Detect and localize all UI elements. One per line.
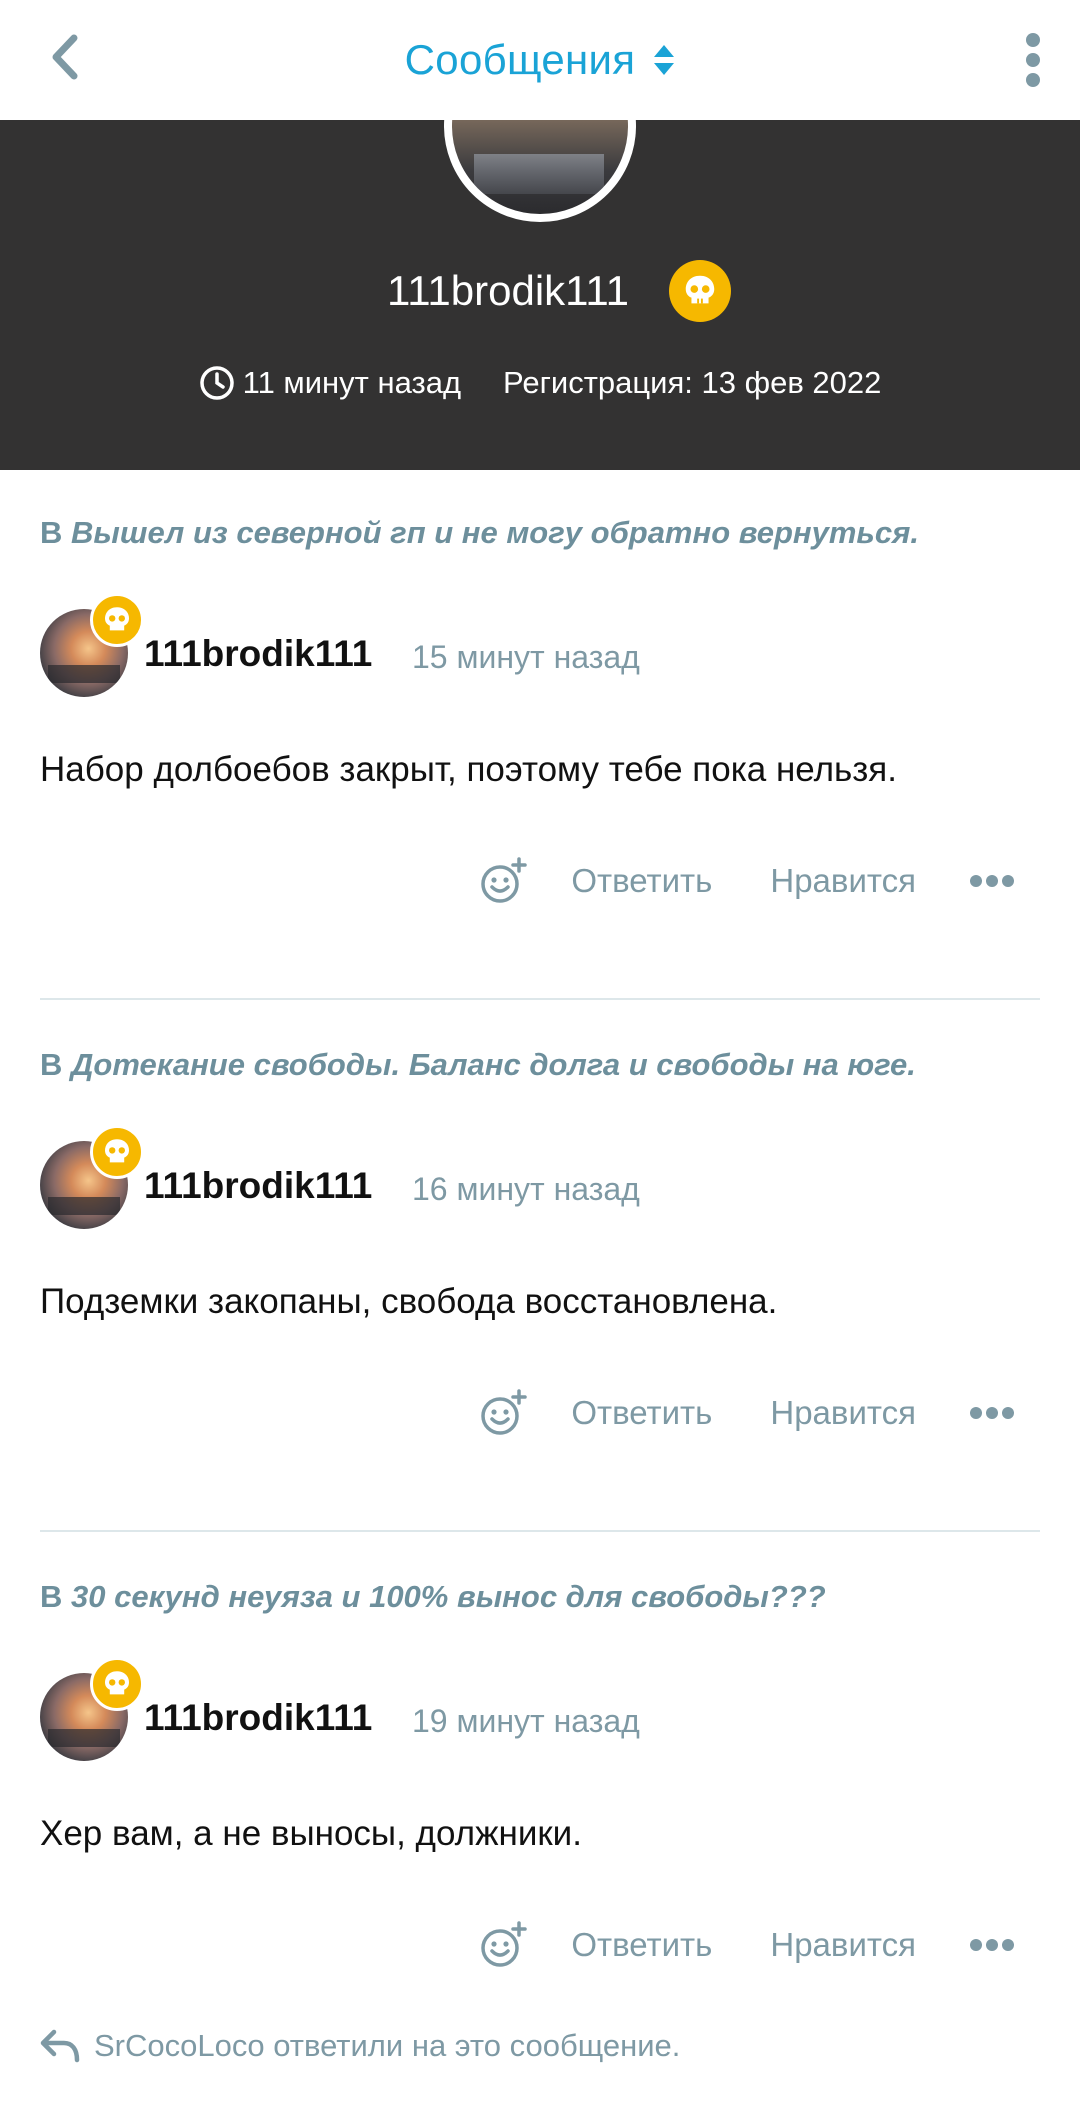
reply-arrow-icon <box>40 2029 80 2063</box>
like-button[interactable]: Нравится <box>770 1394 916 1432</box>
profile-name-row: 111brodik111 <box>0 260 1080 322</box>
post-more-button[interactable] <box>964 861 1020 901</box>
post-time: 19 минут назад <box>412 1703 640 1739</box>
profile-username: 111brodik111 <box>386 267 630 314</box>
post-topic[interactable]: В Дотекание свободы. Баланс долга и своб… <box>40 1047 1040 1083</box>
author-name[interactable]: 111brodik111 <box>144 1165 372 1207</box>
post-text: Набор долбоебов закрыт, поэтому тебе пок… <box>40 750 897 789</box>
reply-button[interactable]: Ответить <box>571 1926 712 1964</box>
post-more-button[interactable] <box>964 1925 1020 1965</box>
post-text: Хер вам, а не выносы, должники. <box>40 1814 582 1853</box>
topic-prefix: В <box>40 515 63 550</box>
post-time: 15 минут назад <box>412 639 640 675</box>
post-actions: Ответить Нравится <box>475 1915 1040 1975</box>
topic-prefix: В <box>40 1047 63 1082</box>
post-item: В Дотекание свободы. Баланс долга и своб… <box>40 1047 1040 1435</box>
profile-meta: 11 минут назад Регистрация: 13 фев 2022 <box>0 365 1080 401</box>
add-reaction-button[interactable] <box>475 853 531 909</box>
topic-link[interactable]: Вышел из северной гп и не могу обратно в… <box>71 515 919 550</box>
page-title: Сообщения <box>404 36 636 83</box>
profile-avatar[interactable] <box>444 120 636 222</box>
post-item: В Вышел из северной гп и не могу обратно… <box>40 515 1040 903</box>
skull-badge <box>669 260 732 322</box>
horizontal-dots-icon <box>970 875 1014 887</box>
horizontal-dots-icon <box>970 1407 1014 1419</box>
reply-button[interactable]: Ответить <box>571 862 712 900</box>
more-options-button[interactable] <box>998 22 1068 98</box>
skull-icon <box>105 607 129 631</box>
skull-icon <box>685 275 715 304</box>
topic-prefix: В <box>40 1579 63 1614</box>
skull-badge <box>90 1657 144 1711</box>
skull-badge <box>90 1125 144 1179</box>
add-reaction-button[interactable] <box>475 1385 531 1441</box>
add-emoji-icon <box>481 1921 528 1967</box>
vertical-dots-icon <box>1026 33 1040 87</box>
top-bar: Сообщения <box>0 0 1080 120</box>
last-seen: 11 минут назад <box>199 365 461 401</box>
post-topic[interactable]: В Вышел из северной гп и не могу обратно… <box>40 515 1040 551</box>
topic-link[interactable]: 30 секунд неуяза и 100% вынос для свобод… <box>71 1579 826 1614</box>
sort-arrows-icon <box>654 45 675 75</box>
last-seen-text: 11 минут назад <box>242 365 462 400</box>
skull-badge <box>90 593 144 647</box>
like-button[interactable]: Нравится <box>770 862 916 900</box>
post-author-row: 111brodik111 16 минут назад <box>40 1125 1040 1235</box>
add-emoji-icon <box>481 1389 528 1435</box>
profile-header: 111brodik111 11 минут назад Регистрация:… <box>0 120 1080 470</box>
post-topic[interactable]: В 30 секунд неуяза и 100% вынос для своб… <box>40 1579 1040 1615</box>
add-emoji-icon <box>481 857 528 903</box>
registration-date: Регистрация: 13 фев 2022 <box>503 365 882 400</box>
author-name[interactable]: 111brodik111 <box>144 633 372 675</box>
post-author-row: 111brodik111 15 минут назад <box>40 593 1040 703</box>
add-reaction-button[interactable] <box>475 1917 531 1973</box>
reply-button[interactable]: Ответить <box>571 1394 712 1432</box>
replied-note-text: SrCocoLoco ответили на это сообщение. <box>94 2028 681 2063</box>
divider <box>40 998 1040 1000</box>
author-name[interactable]: 111brodik111 <box>144 1697 372 1739</box>
post-time: 16 минут назад <box>412 1171 640 1207</box>
post-author-row: 111brodik111 19 минут назад <box>40 1657 1040 1767</box>
horizontal-dots-icon <box>970 1939 1014 1951</box>
post-more-button[interactable] <box>964 1393 1020 1433</box>
divider <box>40 1530 1040 1532</box>
replied-note[interactable]: SrCocoLoco ответили на это сообщение. <box>40 2028 680 2064</box>
skull-icon <box>105 1671 129 1695</box>
post-actions: Ответить Нравится <box>475 1383 1040 1443</box>
page-title-selector[interactable]: Сообщения <box>0 0 1080 120</box>
post-actions: Ответить Нравится <box>475 851 1040 911</box>
post-text: Подземки закопаны, свобода восстановлена… <box>40 1282 778 1321</box>
clock-icon <box>199 366 234 400</box>
post-item: В 30 секунд неуяза и 100% вынос для своб… <box>40 1579 1040 1967</box>
skull-icon <box>105 1139 129 1163</box>
topic-link[interactable]: Дотекание свободы. Баланс долга и свобод… <box>71 1047 916 1082</box>
like-button[interactable]: Нравится <box>770 1926 916 1964</box>
